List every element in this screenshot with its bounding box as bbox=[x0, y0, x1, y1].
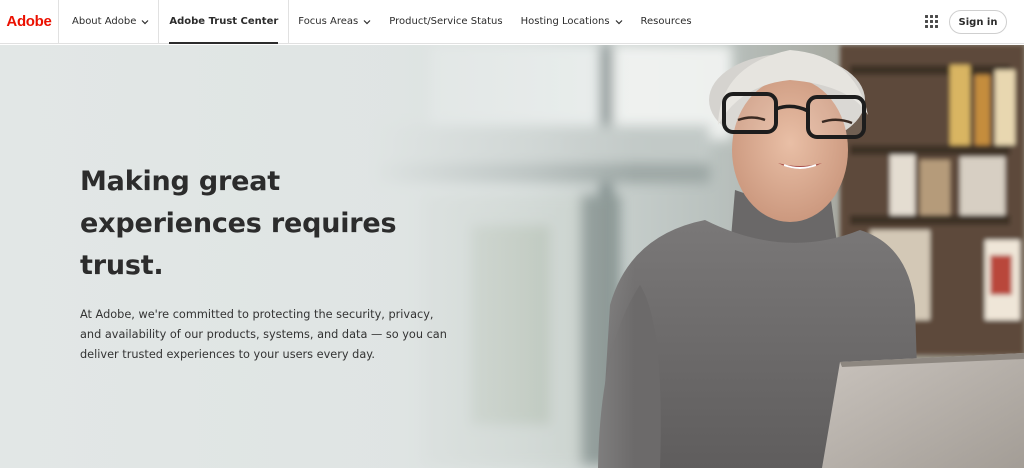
top-navigation: Adobe About Adobe Adobe Trust Center Foc… bbox=[0, 0, 1024, 44]
hero-description: At Adobe, we're committed to protecting … bbox=[80, 308, 447, 361]
adobe-logo[interactable]: Adobe bbox=[0, 0, 59, 44]
chevron-down-icon bbox=[615, 18, 623, 26]
nav-status-label: Product/Service Status bbox=[389, 16, 503, 27]
apps-grid-icon[interactable] bbox=[925, 15, 938, 28]
hero-title-line: Making great bbox=[80, 166, 280, 197]
nav-focus-areas[interactable]: Focus Areas bbox=[289, 0, 380, 44]
nav-focus-areas-label: Focus Areas bbox=[298, 16, 359, 27]
nav-resources[interactable]: Resources bbox=[632, 0, 701, 44]
chevron-down-icon bbox=[363, 18, 371, 26]
nav-hosting-locations[interactable]: Hosting Locations bbox=[512, 0, 632, 44]
hero-title-line: trust. bbox=[80, 250, 164, 281]
sign-in-button[interactable]: Sign in bbox=[949, 10, 1007, 34]
nav-hosting-label: Hosting Locations bbox=[520, 16, 610, 27]
nav-trust-center-label: Adobe Trust Center bbox=[169, 16, 279, 27]
hero-title-line: experiences requires bbox=[80, 208, 397, 239]
nav-product-service-status[interactable]: Product/Service Status bbox=[380, 0, 511, 44]
nav-resources-label: Resources bbox=[640, 16, 692, 27]
nav-about-adobe[interactable]: About Adobe bbox=[59, 0, 158, 44]
nav-about-adobe-label: About Adobe bbox=[72, 16, 137, 27]
hero-title: Making great experiences requires trust. bbox=[80, 161, 450, 287]
nav-adobe-trust-center[interactable]: Adobe Trust Center bbox=[159, 0, 288, 44]
hero-banner: Making great experiences requires trust.… bbox=[0, 45, 1024, 468]
chevron-down-icon bbox=[141, 18, 149, 26]
hero-copy: Making great experiences requires trust.… bbox=[80, 161, 450, 365]
